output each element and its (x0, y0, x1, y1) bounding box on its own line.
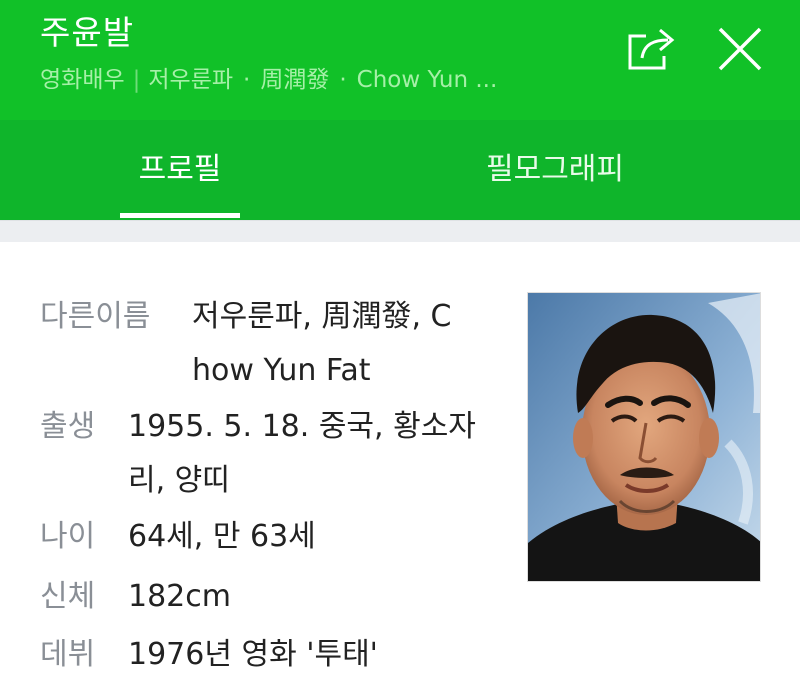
age-value: 64세, 만 63세 (128, 519, 316, 554)
subtitle-dot: · (243, 67, 251, 93)
section-divider (0, 220, 800, 242)
profile-photo[interactable] (527, 292, 761, 582)
active-tab-indicator (120, 213, 240, 218)
subtitle-dot: · (339, 67, 347, 93)
share-icon (628, 28, 675, 70)
share-button[interactable] (624, 24, 680, 72)
profile-row-other-names: 다른이름 저우룬파, 周潤發, C how Yun Fat (40, 290, 452, 398)
portrait-image (528, 293, 760, 581)
close-button[interactable] (716, 27, 764, 71)
subtitle-separator: | (132, 67, 141, 93)
occupation-text: 영화배우 (40, 67, 125, 93)
header: 주윤발 영화배우 | 저우룬파 · 周潤發 · Chow Yun ... (0, 0, 800, 120)
debut-label: 데뷔 (40, 637, 96, 672)
profile-row-birth: 출생 1955. 5. 18. 중국, 황소자리, 양띠 (40, 400, 476, 508)
page-title: 주윤발 (40, 13, 135, 52)
body-label: 신체 (40, 579, 96, 614)
birth-line1: 1955. 5. 18. 중국, 황소자 (128, 409, 476, 444)
debut-value: 1976년 영화 '투태' (128, 637, 378, 672)
other-names-value: 저우룬파, 周潤發, C how Yun Fat (192, 290, 452, 398)
close-icon (718, 27, 762, 71)
profile-row-debut: 데뷔 1976년 영화 '투태' (40, 628, 378, 682)
body-value: 182cm (128, 579, 231, 614)
birth-line2: 리, 양띠 (128, 463, 230, 498)
tab-bar: 프로필 필모그래피 (0, 120, 800, 220)
alias-english: Chow Yun ... (356, 67, 498, 93)
subtitle: 영화배우 | 저우룬파 · 周潤發 · Chow Yun ... (40, 60, 497, 94)
profile-row-age: 나이 64세, 만 63세 (40, 510, 316, 564)
alias-chinese: 周潤發 (260, 67, 330, 93)
profile-row-body: 신체 182cm (40, 570, 231, 624)
tab-filmography[interactable]: 필모그래피 (455, 120, 655, 220)
alias-korean: 저우룬파 (148, 67, 234, 93)
tab-profile[interactable]: 프로필 (120, 120, 240, 220)
birth-value: 1955. 5. 18. 중국, 황소자리, 양띠 (128, 400, 476, 508)
age-label: 나이 (40, 519, 96, 554)
birth-label: 출생 (40, 409, 96, 444)
other-names-line1: 저우룬파, 周潤發, C (192, 299, 452, 334)
other-names-line2: how Yun Fat (192, 353, 371, 388)
other-names-label: 다른이름 (40, 299, 151, 334)
